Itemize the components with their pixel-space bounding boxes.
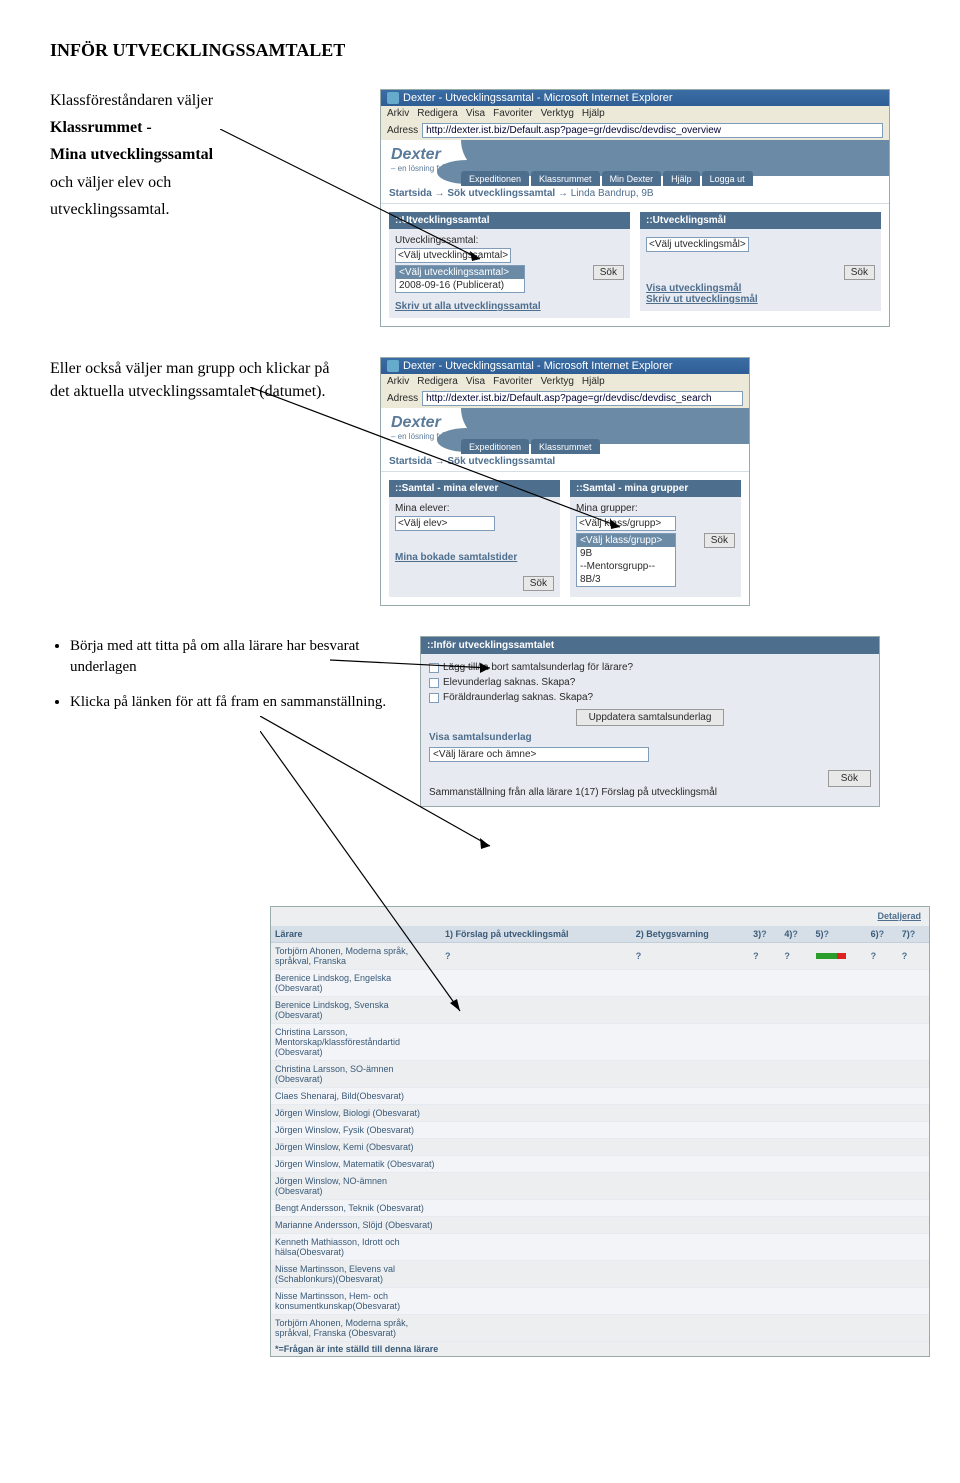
table-row: Torbjörn Ahonen, Moderna språk, språkval… <box>271 1315 929 1342</box>
sok-button[interactable]: Sök <box>523 576 554 591</box>
panel-utvecklingssamtal-head: ::Utvecklingssamtal <box>389 212 630 229</box>
table-row: Christina Larsson, SO-ämnen (Obesvarat) <box>271 1061 929 1088</box>
tab-expeditionen[interactable]: Expeditionen <box>461 439 529 454</box>
select-larare-amne[interactable]: <Välj lärare och ämne> <box>429 747 649 762</box>
breadcrumb: Startsida → Sök utvecklingssamtal → Lind… <box>381 184 889 204</box>
select-utvecklingsmal[interactable]: <Välj utvecklingsmål> <box>646 237 749 252</box>
table-row: Jörgen Winslow, Fysik (Obesvarat) <box>271 1122 929 1139</box>
link-detaljerad[interactable]: Detaljerad <box>877 911 921 921</box>
link-visa-utvecklingsmal[interactable]: Visa utvecklingsmål <box>646 283 875 294</box>
select-utvecklingssamtal[interactable]: <Välj utvecklingssamtal> <box>395 248 511 263</box>
panel-utvecklingsmal-head: ::Utvecklingsmål <box>640 212 881 229</box>
table-row: Jörgen Winslow, Biologi (Obesvarat) <box>271 1105 929 1122</box>
panel-mina-elever-head: ::Samtal - mina elever <box>389 480 560 497</box>
tab-klassrummet[interactable]: Klassrummet <box>531 171 600 186</box>
ie1-titlebar: Dexter - Utvecklingssamtal - Microsoft I… <box>381 90 889 106</box>
tab-hjalp[interactable]: Hjälp <box>663 171 700 186</box>
table-row: Torbjörn Ahonen, Moderna språk, språkval… <box>271 943 929 970</box>
sok-button[interactable]: Sök <box>828 770 871 787</box>
table-row: Nisse Martinsson, Elevens val (Schablonk… <box>271 1261 929 1288</box>
table-row: Christina Larsson, Mentorskap/klassföres… <box>271 1024 929 1061</box>
crumb-startsida[interactable]: Startsida <box>389 456 432 467</box>
crumb-sok[interactable]: Sök utvecklingssamtal <box>447 456 555 467</box>
tab-expeditionen[interactable]: Expeditionen <box>461 171 529 186</box>
crumb-startsida[interactable]: Startsida <box>389 188 432 199</box>
ie1-menubar[interactable]: ArkivRedigeraVisaFavoriterVerktygHjälp <box>381 106 889 121</box>
breadcrumb: Startsida → Sök utvecklingssamtal <box>381 452 749 472</box>
para1-l3: Mina utvecklingssamtal <box>50 143 350 166</box>
crumb-sok[interactable]: Sök utvecklingssamtal <box>447 188 555 199</box>
dropdown-utvecklingssamtal-open[interactable]: <Välj utvecklingssamtal> 2008-09-16 (Pub… <box>395 265 525 293</box>
para1-l5: utvecklingssamtal. <box>50 198 350 221</box>
label-mina-elever: Mina elever: <box>395 503 554 514</box>
tab-logga-ut[interactable]: Logga ut <box>702 171 753 186</box>
para2: Eller också väljer man grupp och klickar… <box>50 357 350 403</box>
label-mina-grupper: Mina grupper: <box>576 503 735 514</box>
panel-infor-head: ::Inför utvecklingssamtalet <box>421 637 879 654</box>
table-row: Marianne Andersson, Slöjd (Obesvarat) <box>271 1217 929 1234</box>
sok-button[interactable]: Sök <box>704 533 735 548</box>
link-sammanstallning[interactable]: Sammanställning från alla lärare 1(17) <box>429 787 599 798</box>
sok-button[interactable]: Sök <box>593 265 624 280</box>
para1-l1: Klassföreståndaren väljer <box>50 89 350 112</box>
larare-table: Lärare 1) Förslag på utvecklingsmål 2) B… <box>271 926 929 1342</box>
panel-mina-grupper-head: ::Samtal - mina grupper <box>570 480 741 497</box>
link-bokade-samtalstider[interactable]: Mina bokade samtalstider <box>395 552 554 563</box>
table-row: Berenice Lindskog, Engelska (Obesvarat) <box>271 970 929 997</box>
ie-icon <box>387 360 399 372</box>
btn-uppdatera[interactable]: Uppdatera samtalsunderlag <box>576 709 725 726</box>
table-row: Bengt Andersson, Teknik (Obesvarat) <box>271 1200 929 1217</box>
label-utvecklingssamtal: Utvecklingssamtal: <box>395 235 624 246</box>
para1-l4: och väljer elev och <box>50 171 350 194</box>
chk-lagg-till[interactable]: Lägg till/ta bort samtalsunderlag för lä… <box>429 662 871 673</box>
table-row: Jörgen Winslow, Kemi (Obesvarat) <box>271 1139 929 1156</box>
table-row: Kenneth Mathiasson, Idrott och hälsa(Obe… <box>271 1234 929 1261</box>
table-row: Jörgen Winslow, NO-ämnen (Obesvarat) <box>271 1173 929 1200</box>
link-skriv-ut-utvecklingsmal[interactable]: Skriv ut utvecklingsmål <box>646 294 875 305</box>
dropdown-klass-grupp-open[interactable]: <Välj klass/grupp> 9B --Mentorsgrupp-- 8… <box>576 533 676 587</box>
link-forslag-utvecklingsmal[interactable]: Förslag på utvecklingsmål <box>601 787 717 798</box>
link-skriv-ut-alla[interactable]: Skriv ut alla utvecklingssamtal <box>395 301 624 312</box>
tab-klassrummet[interactable]: Klassrummet <box>531 439 600 454</box>
table-footnote: *=Frågan är inte ställd till denna lärar… <box>271 1342 929 1356</box>
chk-elevunderlag[interactable]: Elevunderlag saknas. Skapa? <box>429 677 871 688</box>
select-elev[interactable]: <Välj elev> <box>395 516 495 531</box>
bullet-1: Börja med att titta på om alla lärare ha… <box>70 636 390 678</box>
ie2-address-bar[interactable]: Adress http://dexter.ist.biz/Default.asp… <box>381 389 749 408</box>
ie2-titlebar: Dexter - Utvecklingssamtal - Microsoft I… <box>381 358 749 374</box>
page-title: INFÖR UTVECKLINGSSAMTALET <box>50 40 910 61</box>
select-klass-grupp[interactable]: <Välj klass/grupp> <box>576 516 676 531</box>
table-row: Claes Shenaraj, Bild(Obesvarat) <box>271 1088 929 1105</box>
bullet-2: Klicka på länken för att få fram en samm… <box>70 692 390 713</box>
para1-l2: Klassrummet - <box>50 116 350 139</box>
table-row: Nisse Martinsson, Hem- och konsumentkuns… <box>271 1288 929 1315</box>
table-row: Jörgen Winslow, Matematik (Obesvarat) <box>271 1156 929 1173</box>
ie2-menubar[interactable]: ArkivRedigeraVisaFavoriterVerktygHjälp <box>381 374 749 389</box>
table-row: Berenice Lindskog, Svenska (Obesvarat) <box>271 997 929 1024</box>
tab-min-dexter[interactable]: Min Dexter <box>602 171 662 186</box>
ie1-address-bar[interactable]: Adress http://dexter.ist.biz/Default.asp… <box>381 121 889 140</box>
ie-icon <box>387 92 399 104</box>
label-visa-samtalsunderlag: Visa samtalsunderlag <box>429 732 871 743</box>
sok-button-2[interactable]: Sök <box>844 265 875 280</box>
chk-foraldraunderlag[interactable]: Föräldraunderlag saknas. Skapa? <box>429 692 871 703</box>
